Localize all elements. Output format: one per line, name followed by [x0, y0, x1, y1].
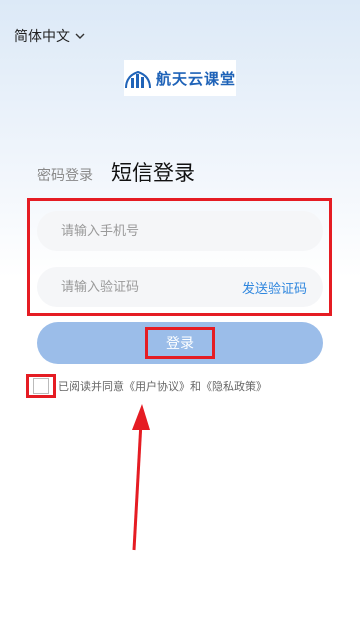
phone-input[interactable]	[59, 222, 307, 240]
user-agreement-link[interactable]: 《用户协议》	[124, 378, 190, 394]
agreement-and: 和	[190, 380, 201, 393]
privacy-policy-link[interactable]: 《隐私政策》	[201, 378, 267, 394]
phone-field[interactable]	[37, 211, 323, 251]
city-buildings-icon	[125, 70, 151, 89]
login-tabs: 密码登录 短信登录	[37, 157, 195, 187]
logo-text: 航天云课堂	[156, 69, 237, 88]
tab-sms-login[interactable]: 短信登录	[111, 157, 195, 187]
language-label: 简体中文	[14, 29, 70, 45]
agreement-prefix: 已阅读并同意	[58, 380, 124, 393]
app-logo: 航天云课堂	[124, 60, 236, 96]
send-code-button[interactable]: 发送验证码	[242, 278, 307, 297]
highlight-box-checkbox[interactable]	[26, 374, 56, 398]
code-field[interactable]: 发送验证码	[37, 267, 323, 307]
code-input[interactable]	[59, 278, 236, 296]
agreement-row: 已阅读并同意 《用户协议》 和 《隐私政策》	[26, 374, 267, 398]
agreement-checkbox[interactable]	[33, 378, 49, 394]
login-button-label: 登录	[145, 327, 215, 359]
chevron-down-icon	[74, 30, 86, 42]
language-selector[interactable]: 简体中文	[14, 26, 86, 46]
login-button[interactable]: 登录	[37, 322, 323, 364]
tab-password-login[interactable]: 密码登录	[37, 165, 93, 187]
red-arrow-annotation	[132, 404, 150, 551]
